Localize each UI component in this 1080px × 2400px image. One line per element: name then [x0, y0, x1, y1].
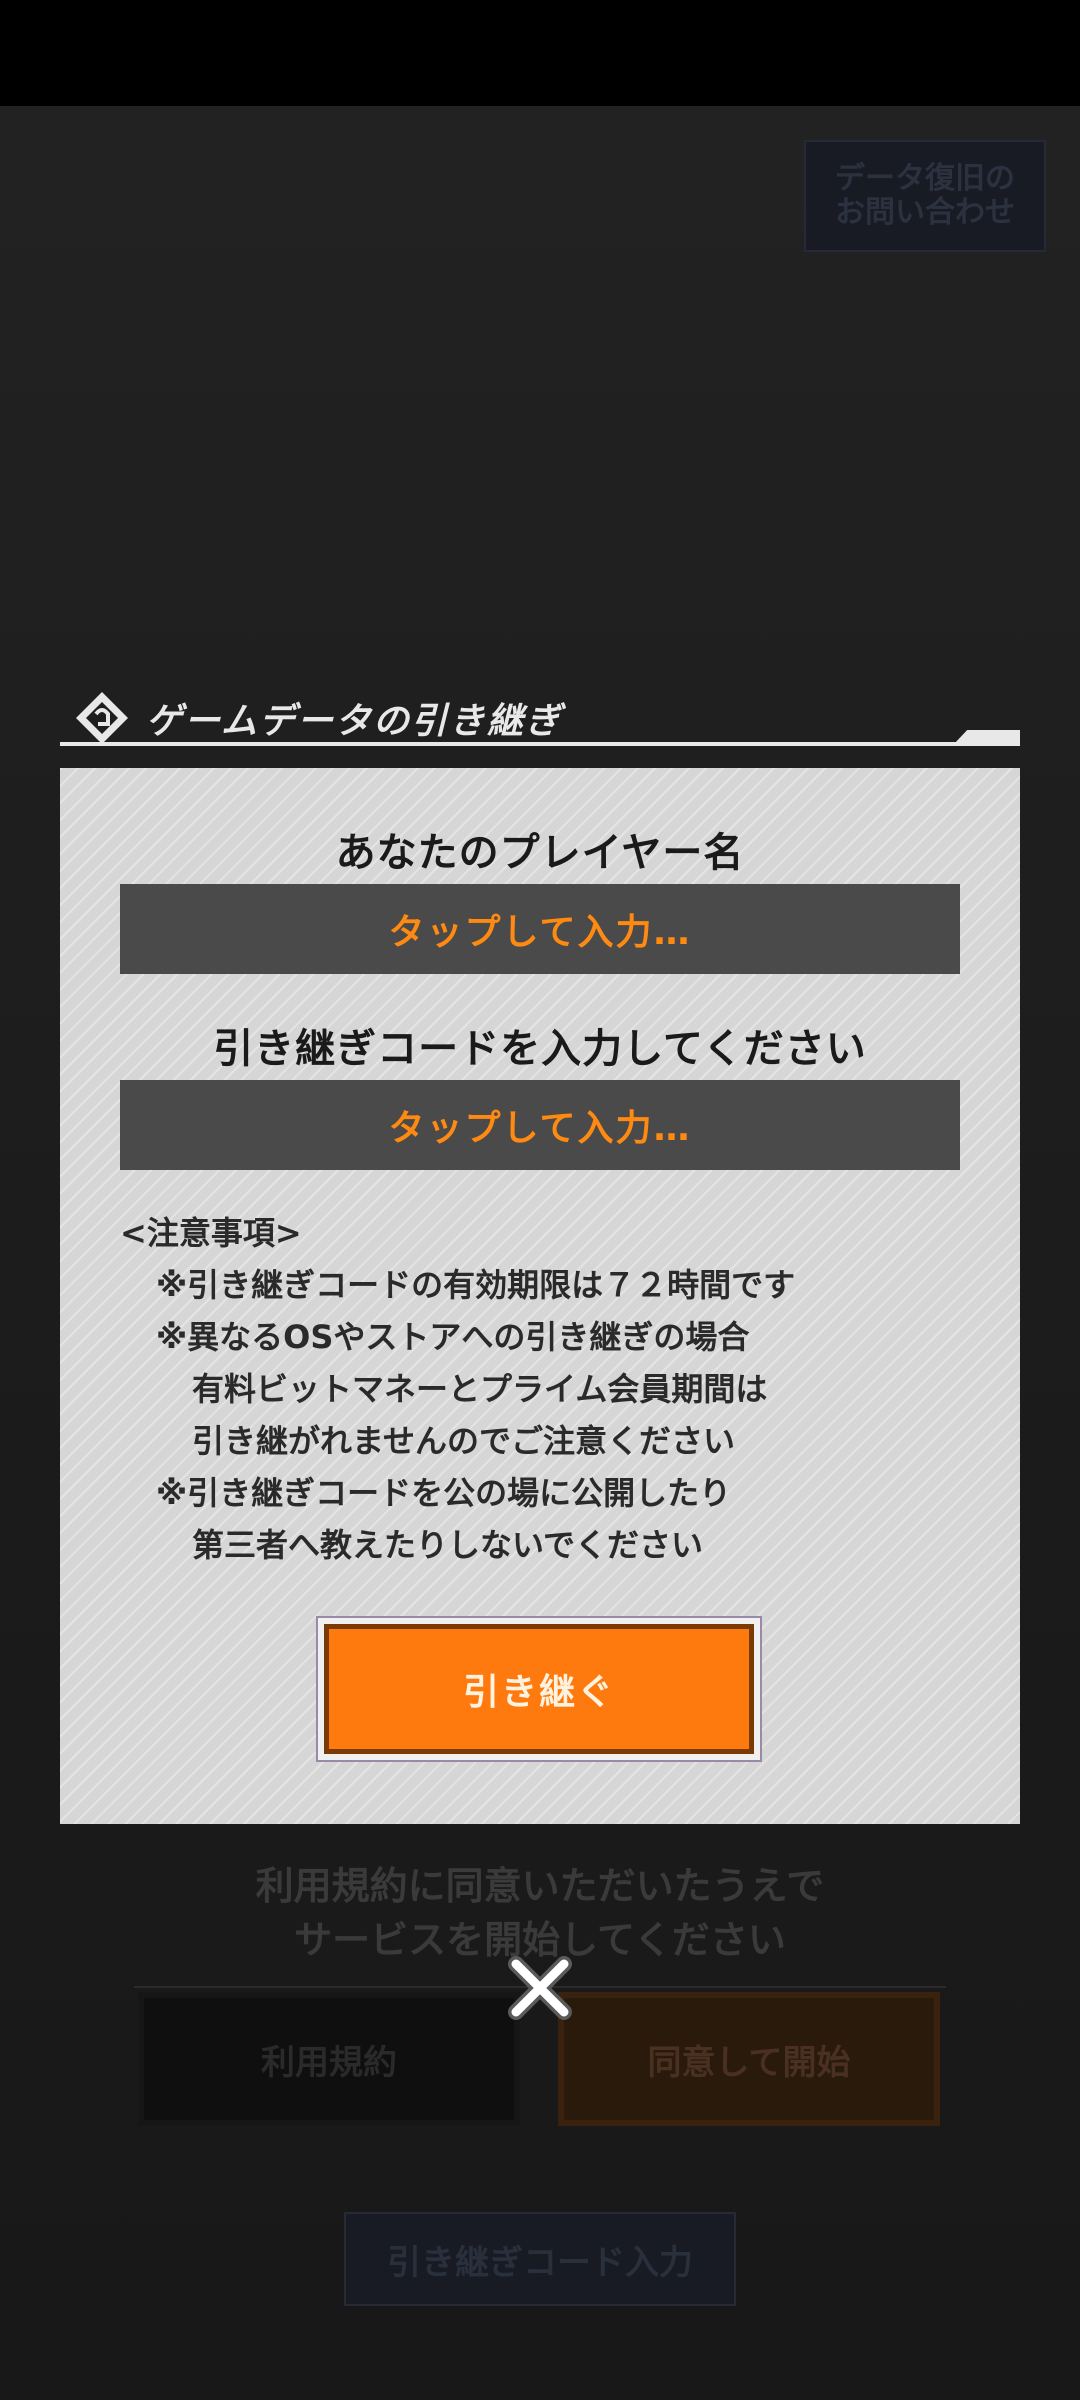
transfer-code-label: 引き継ぎコードを入力してください	[213, 1026, 867, 1072]
transfer-code-input-button: 引き継ぎコード入力	[344, 2212, 736, 2306]
close-icon[interactable]	[502, 1950, 578, 2026]
note-line: ※引き継ぎコードの有効期限は７２時間です	[156, 1266, 796, 1304]
note-line: 第三者へ教えたりしないでください	[192, 1526, 704, 1564]
header-tab-accent	[954, 730, 1020, 744]
note-line: 有料ビットマネーとプライム会員期間は	[192, 1370, 768, 1408]
transfer-code-input[interactable]: タップして入力…	[120, 1080, 960, 1170]
data-transfer-dialog: あなたのプレイヤー名 タップして入力… 引き継ぎコードを入力してください タップ…	[60, 768, 1020, 1824]
transfer-submit-button[interactable]: 引き継ぐ	[324, 1624, 754, 1754]
note-line: ※引き継ぎコードを公の場に公開したり	[156, 1474, 732, 1512]
note-line: 引き継がれませんのでご注意ください	[192, 1422, 736, 1460]
player-name-input[interactable]: タップして入力…	[120, 884, 960, 974]
agree-and-start-button: 同意して開始	[558, 1992, 940, 2126]
recovery-button-line1: データ復旧の	[835, 160, 1015, 196]
header-underline	[60, 742, 1020, 746]
terms-of-service-button: 利用規約	[138, 1992, 520, 2126]
submit-button-frame: 引き継ぐ	[316, 1616, 762, 1762]
terms-notice-line1: 利用規約に同意いただいたうえで	[255, 1864, 825, 1908]
recovery-button-line2: お問い合わせ	[835, 195, 1015, 230]
dialog-header: ゲームデータの引き継ぎ	[60, 680, 1020, 750]
status-bar	[0, 0, 1080, 106]
diamond-logo-icon	[76, 692, 128, 744]
note-line: ※異なるOSやストアへの引き継ぎの場合	[156, 1318, 750, 1356]
data-recovery-inquiry-button: データ復旧の お問い合わせ	[804, 140, 1046, 252]
notes-title: <注意事項>	[120, 1214, 302, 1252]
player-name-label: あなたのプレイヤー名	[335, 830, 745, 876]
dialog-title: ゲームデータの引き継ぎ	[146, 701, 563, 742]
